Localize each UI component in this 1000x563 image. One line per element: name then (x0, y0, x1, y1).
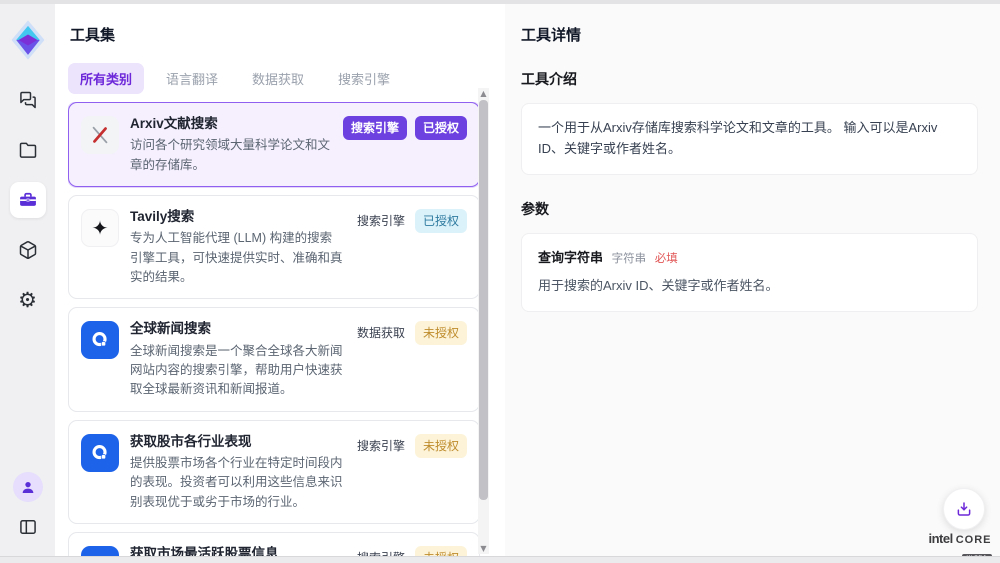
tool-description: 提供股票市场各个行业在特定时间段内的表现。投资者可以利用这些信息来识别表现优于或… (130, 454, 344, 512)
category-badge: 搜索引擎 (343, 116, 407, 140)
tool-description: 专为人工智能代理 (LLM) 构建的搜索引擎工具，可快速提供实时、准确和真实的结… (130, 229, 344, 287)
tool-description: 访问各个研究领域大量科学论文和文章的存储库。 (130, 136, 332, 175)
category-tabs: 所有类别 语言翻译 数据获取 搜索引擎 (68, 63, 505, 94)
intro-card: 一个用于从Arxiv存储库搜索科学论文和文章的工具。 输入可以是Arxiv ID… (521, 103, 978, 175)
panel-toggle-icon[interactable] (13, 512, 43, 542)
tool-card-global-news[interactable]: 全球新闻搜索 全球新闻搜索是一个聚合全球各大新闻网站内容的搜索引擎，帮助用户快速… (68, 307, 480, 411)
tool-card-arxiv[interactable]: Arxiv文献搜索 访问各个研究领域大量科学论文和文章的存储库。 搜索引擎 已授… (68, 102, 480, 187)
icon-rail: ⚙ (0, 4, 55, 556)
blue-q-logo-icon (81, 321, 119, 359)
intro-heading: 工具介绍 (521, 69, 978, 89)
param-card: 查询字符串 字符串 必填 用于搜索的Arxiv ID、关键字或作者姓名。 (521, 233, 978, 313)
folder-icon[interactable] (10, 132, 46, 168)
param-required-flag: 必填 (655, 253, 678, 265)
tool-detail-panel: 工具详情 工具介绍 一个用于从Arxiv存储库搜索科学论文和文章的工具。 输入可… (505, 4, 1000, 556)
download-button[interactable] (943, 488, 985, 530)
auth-status-badge: 未授权 (415, 321, 467, 345)
params-heading: 参数 (521, 199, 978, 219)
tool-name: 获取股市各行业表现 (130, 432, 344, 452)
list-scrollbar[interactable]: ▲ ▼ (478, 88, 489, 554)
toolbox-icon[interactable] (10, 182, 46, 218)
arxiv-logo-icon (81, 116, 119, 154)
window-bottom-edge (0, 556, 1000, 563)
tool-list: Arxiv文献搜索 访问各个研究领域大量科学论文和文章的存储库。 搜索引擎 已授… (68, 102, 480, 563)
tab-all-categories[interactable]: 所有类别 (68, 63, 144, 94)
cube-icon[interactable] (10, 232, 46, 268)
detail-title: 工具详情 (521, 24, 978, 45)
auth-status-badge: 已授权 (415, 209, 467, 233)
scrollbar-up-arrow[interactable]: ▲ (478, 88, 489, 99)
app-window: ⚙ 工具集 所有类别 语言翻译 数据获取 搜索引擎 (0, 0, 1000, 563)
tool-name: Arxiv文献搜索 (130, 114, 332, 134)
toolset-title: 工具集 (70, 24, 505, 45)
tab-search-engine[interactable]: 搜索引擎 (326, 63, 402, 94)
settings-gear-icon[interactable]: ⚙ (10, 282, 46, 318)
tool-card-tavily[interactable]: ✦ Tavily搜索 专为人工智能代理 (LLM) 构建的搜索引擎工具，可快速提… (68, 195, 480, 299)
tab-language-translation[interactable]: 语言翻译 (154, 63, 230, 94)
tab-data-fetch[interactable]: 数据获取 (240, 63, 316, 94)
param-header: 查询字符串 字符串 必填 (538, 248, 961, 269)
core-wordmark: core (956, 534, 992, 546)
blue-q-logo-icon (81, 434, 119, 472)
param-description: 用于搜索的Arxiv ID、关键字或作者姓名。 (538, 276, 961, 297)
tool-name: 全球新闻搜索 (130, 319, 344, 339)
tool-card-sector-performance[interactable]: 获取股市各行业表现 提供股票市场各个行业在特定时间段内的表现。投资者可以利用这些… (68, 420, 480, 524)
toolset-panel: 工具集 所有类别 语言翻译 数据获取 搜索引擎 Arxiv文献搜索 访问各个研究… (55, 4, 505, 556)
chat-icon[interactable] (10, 82, 46, 118)
category-badge: 搜索引擎 (355, 209, 407, 233)
app-logo-icon (6, 16, 50, 64)
scrollbar-down-arrow[interactable]: ▼ (478, 543, 489, 554)
param-type: 字符串 (612, 253, 647, 265)
scrollbar-thumb[interactable] (479, 100, 488, 500)
auth-status-badge: 已授权 (415, 116, 467, 140)
tavily-star-icon: ✦ (81, 209, 119, 247)
user-avatar[interactable] (13, 472, 43, 502)
category-badge: 搜索引擎 (355, 434, 407, 458)
tool-name: Tavily搜索 (130, 207, 344, 227)
param-name: 查询字符串 (538, 250, 603, 265)
intel-wordmark: intel (928, 531, 952, 546)
tool-description: 全球新闻搜索是一个聚合全球各大新闻网站内容的搜索引擎，帮助用户快速获取全球最新资… (130, 342, 344, 400)
auth-status-badge: 未授权 (415, 434, 467, 458)
intro-text: 一个用于从Arxiv存储库搜索科学论文和文章的工具。 输入可以是Arxiv ID… (538, 120, 937, 156)
category-badge: 数据获取 (355, 321, 407, 345)
